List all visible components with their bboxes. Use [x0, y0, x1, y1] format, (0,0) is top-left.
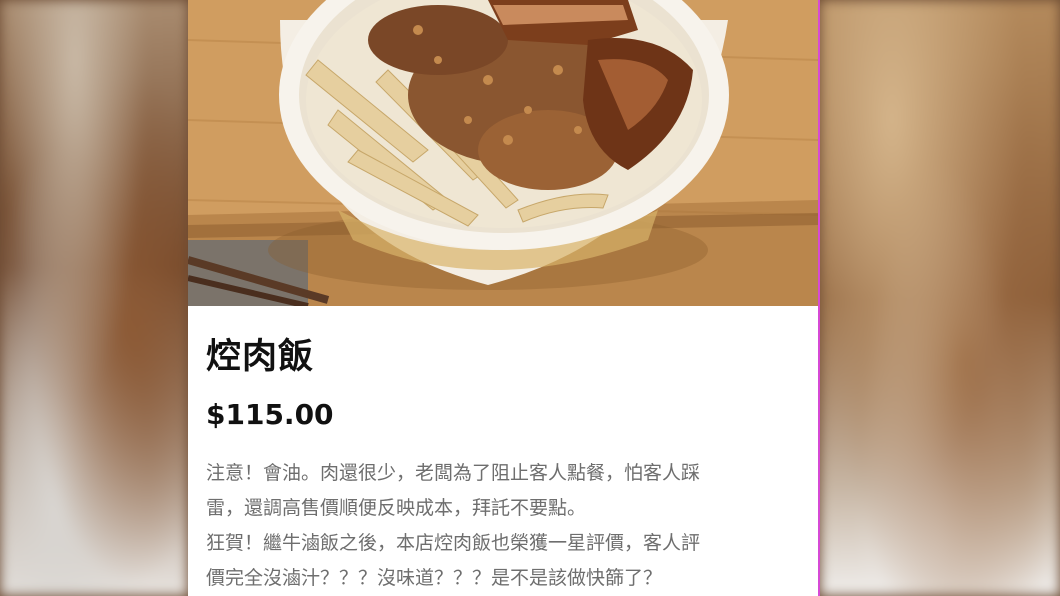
product-description: 注意！會油。肉還很少，老闆為了阻止客人點餐，怕客人踩 雷，還調高售價順便反映成本…: [206, 456, 806, 596]
description-line: 注意！會油。肉還很少，老闆為了阻止客人點餐，怕客人踩: [206, 462, 701, 484]
product-card[interactable]: 焢肉飯 $115.00 注意！會油。肉還很少，老闆為了阻止客人點餐，怕客人踩 雷…: [188, 0, 820, 596]
product-photo: [188, 0, 818, 306]
description-line: 狂賀！繼牛滷飯之後，本店焢肉飯也榮獲一星評價，客人評: [206, 532, 701, 554]
blurred-background-left: [0, 0, 188, 596]
description-line: 價完全沒滷汁？？？沒味道？？？是不是該做快篩了？: [206, 567, 663, 589]
product-title: 焢肉飯: [206, 337, 315, 377]
product-price: $115.00: [206, 398, 334, 431]
description-line: 雷，還調高售價順便反映成本，拜託不要點。: [206, 497, 587, 519]
blurred-background-right: [820, 0, 1060, 596]
